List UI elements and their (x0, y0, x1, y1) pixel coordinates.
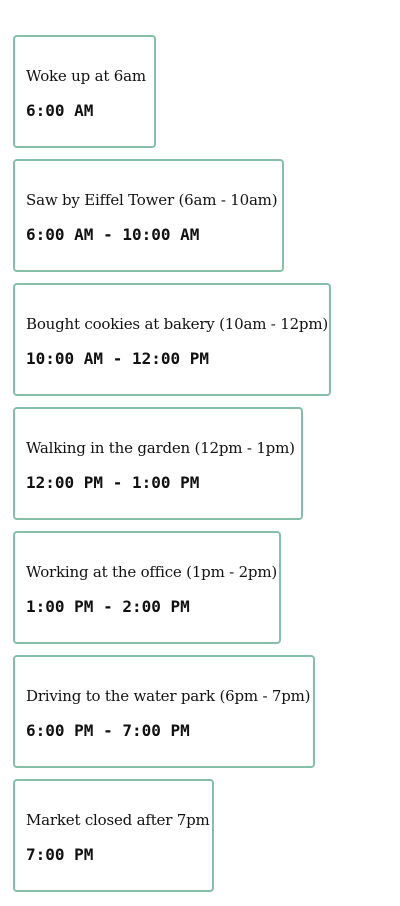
event-time: 6:00 AM - 10:00 AM (26, 225, 200, 244)
event-timeline: Woke up at 6am 6:00 AM Saw by Eiffel Tow… (13, 35, 387, 903)
event-time: 1:00 PM - 2:00 PM (26, 597, 190, 616)
event-title: Driving to the water park (6pm - 7pm) (26, 687, 311, 705)
event-time: 12:00 PM - 1:00 PM (26, 473, 200, 492)
event-title: Working at the office (1pm - 2pm) (26, 563, 278, 581)
event-card[interactable]: Working at the office (1pm - 2pm) 1:00 P… (13, 531, 281, 644)
event-card[interactable]: Saw by Eiffel Tower (6am - 10am) 6:00 AM… (13, 159, 284, 272)
event-title: Saw by Eiffel Tower (6am - 10am) (26, 191, 278, 209)
event-title: Woke up at 6am (26, 67, 146, 85)
event-card[interactable]: Woke up at 6am 6:00 AM (13, 35, 156, 148)
event-time: 7:00 PM (26, 845, 94, 864)
event-card[interactable]: Walking in the garden (12pm - 1pm) 12:00… (13, 407, 303, 520)
event-title: Market closed after 7pm (26, 811, 210, 829)
event-card[interactable]: Driving to the water park (6pm - 7pm) 6:… (13, 655, 315, 768)
event-time: 6:00 PM - 7:00 PM (26, 721, 190, 740)
event-title: Bought cookies at bakery (10am - 12pm) (26, 315, 329, 333)
event-time: 6:00 AM (26, 101, 94, 120)
event-time: 10:00 AM - 12:00 PM (26, 349, 210, 368)
event-card[interactable]: Market closed after 7pm 7:00 PM (13, 779, 214, 892)
event-title: Walking in the garden (12pm - 1pm) (26, 439, 295, 457)
event-card[interactable]: Bought cookies at bakery (10am - 12pm) 1… (13, 283, 331, 396)
